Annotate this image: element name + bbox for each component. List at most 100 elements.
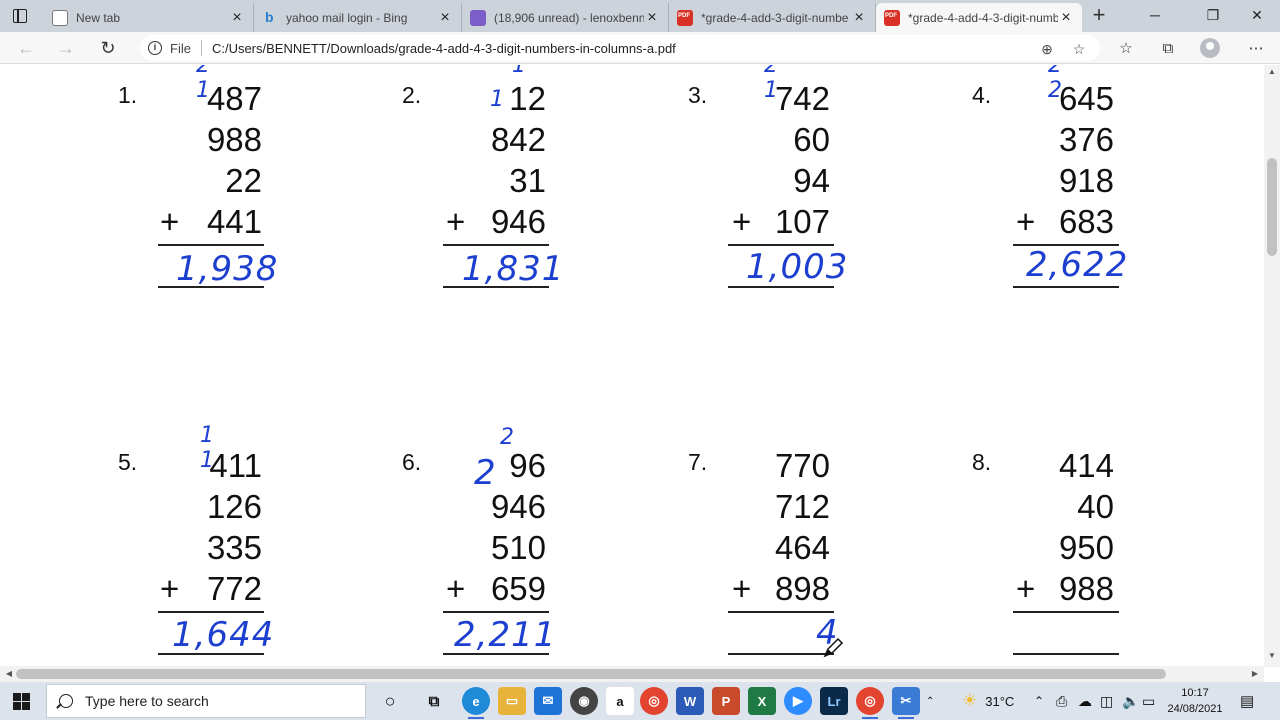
close-icon[interactable]: × <box>644 9 660 26</box>
scrollbar-thumb[interactable] <box>1267 158 1277 256</box>
tab-bing[interactable]: yahoo mail login - Bing × <box>254 3 462 32</box>
addend: 770 <box>774 447 830 484</box>
tab-strip: New tab × yahoo mail login - Bing × (18,… <box>0 0 1280 32</box>
handwritten-answer: 1,003 <box>746 247 849 287</box>
sum-rule <box>1013 611 1119 613</box>
profile-avatar[interactable] <box>1200 38 1220 58</box>
info-icon[interactable]: i <box>148 41 162 55</box>
pdf-viewport[interactable]: 1. 2 1 487 988 22 + 441 1,938 2. 1 1 12 … <box>0 65 1280 667</box>
answer-rule <box>158 286 264 288</box>
zoom-app-icon[interactable]: ▶ <box>784 687 812 715</box>
pdf-icon <box>884 9 900 26</box>
addend: 988 <box>206 121 262 158</box>
scroll-right-icon[interactable]: ▶ <box>1248 667 1262 681</box>
addend: 411 <box>209 447 262 484</box>
onedrive-icon[interactable]: ☁ <box>1078 682 1092 720</box>
addend: 487 <box>206 80 262 117</box>
snipping-tool-icon[interactable]: ✂ <box>892 687 920 719</box>
people-icon[interactable]: ⎙ <box>1056 682 1067 720</box>
file-explorer-icon[interactable]: ▭ <box>498 687 526 715</box>
collections-icon[interactable]: ⧉ <box>1158 39 1178 59</box>
minimize-button[interactable]: ─ <box>1132 0 1178 30</box>
vertical-scrollbar[interactable]: ▲ ▼ <box>1264 65 1280 667</box>
tab-pdf-4-3-digit[interactable]: *grade-4-add-4-3-digit-numb × <box>876 3 1082 32</box>
tab-mail[interactable]: (18,906 unread) - lenoxbenne × <box>462 3 669 32</box>
problem-number: 6. <box>402 449 422 475</box>
url-scheme: File <box>170 40 191 56</box>
sun-icon: ☀ <box>962 691 978 710</box>
edge-icon[interactable]: e <box>462 687 490 719</box>
addend: 659 <box>490 570 546 607</box>
zoom-icon[interactable]: ⊕ <box>1038 40 1056 58</box>
chrome-profile-icon[interactable]: ◎ <box>856 687 884 719</box>
favorites-icon[interactable]: ☆ <box>1116 39 1136 59</box>
handwritten-answer: 1,938 <box>176 249 279 289</box>
addend: 712 <box>774 488 830 525</box>
new-tab-button[interactable]: + <box>1088 4 1110 27</box>
battery-icon[interactable]: ▭ <box>1142 682 1155 720</box>
refresh-button[interactable]: ↻ <box>94 36 122 60</box>
volume-icon[interactable]: 🔈 <box>1122 682 1139 720</box>
media-app-icon[interactable]: ◉ <box>570 687 598 715</box>
excel-icon[interactable]: X <box>748 687 776 715</box>
lightroom-icon[interactable]: Lr <box>820 687 848 715</box>
address-divider <box>200 40 202 56</box>
horizontal-scrollbar[interactable]: ◀ ▶ <box>0 666 1264 682</box>
network-icon[interactable]: ◫ <box>1100 682 1113 720</box>
forward-button[interactable]: → <box>52 36 80 60</box>
addend: 414 <box>1058 447 1114 484</box>
favorites-add-icon[interactable]: ☆ <box>1070 40 1088 58</box>
addend: 22 <box>225 162 262 199</box>
weather-widget[interactable]: ☀ 31°C <box>962 682 1014 720</box>
tab-label: New tab <box>76 10 121 25</box>
addend: 94 <box>793 162 830 199</box>
close-icon[interactable]: × <box>437 9 453 26</box>
tab-new-tab[interactable]: New tab × <box>44 3 254 32</box>
mail-app-icon[interactable]: ✉ <box>534 687 562 715</box>
cortana-icon[interactable]: ○ <box>376 687 404 715</box>
back-button[interactable]: ← <box>12 36 40 60</box>
new-tab-icon <box>52 9 68 26</box>
pdf-icon <box>677 9 693 26</box>
answer-rule <box>443 286 549 288</box>
clock-time: 10:17 <box>1181 687 1209 699</box>
clock-date: 24/08/2021 <box>1167 703 1223 715</box>
url-text[interactable]: C:/Users/BENNETT/Downloads/grade-4-add-4… <box>212 41 676 56</box>
restore-button[interactable]: ❐ <box>1190 0 1236 30</box>
scroll-down-icon[interactable]: ▼ <box>1264 651 1280 665</box>
handwritten-answer: 1,644 <box>172 615 275 655</box>
problem-number: 2. <box>402 82 422 108</box>
notifications-icon[interactable]: ▤ <box>1240 682 1254 720</box>
address-bar[interactable]: i File C:/Users/BENNETT/Downloads/grade-… <box>140 35 1100 61</box>
scrollbar-thumb[interactable] <box>16 669 1166 679</box>
tab-actions-menu-icon[interactable] <box>10 6 32 26</box>
task-view-icon[interactable]: ⧉ <box>420 687 448 715</box>
addend: 96 <box>509 447 546 484</box>
handwritten-answer: 2,622 <box>1026 245 1129 285</box>
scroll-up-icon[interactable]: ▲ <box>1264 67 1280 81</box>
settings-more-icon[interactable]: ⋯ <box>1246 39 1266 59</box>
windows-start-icon[interactable] <box>13 693 30 710</box>
browser-toolbar: ← → ↻ i File C:/Users/BENNETT/Downloads/… <box>0 32 1280 64</box>
tray-scroll-icon[interactable]: ⌃ <box>926 682 934 720</box>
powerpoint-icon[interactable]: P <box>712 687 740 715</box>
search-icon <box>59 694 73 708</box>
chrome-icon[interactable]: ◎ <box>640 687 668 715</box>
close-icon[interactable]: × <box>1058 9 1074 26</box>
amazon-icon[interactable]: a <box>606 687 634 715</box>
addend: 842 <box>490 121 546 158</box>
problem-number: 5. <box>118 449 138 475</box>
word-icon[interactable]: W <box>676 687 704 715</box>
addend: 376 <box>1058 121 1114 158</box>
tab-pdf-3-digit[interactable]: *grade-4-add-3-digit-numbe × <box>669 3 876 32</box>
close-icon[interactable]: × <box>851 9 867 26</box>
problem-number: 7. <box>688 449 708 475</box>
close-window-button[interactable]: ✕ <box>1234 0 1280 30</box>
close-icon[interactable]: × <box>229 9 245 26</box>
taskbar-clock[interactable]: 10:17 24/08/2021 <box>1160 685 1230 717</box>
tab-label: *grade-4-add-3-digit-numbe <box>701 10 849 25</box>
show-hidden-icons-icon[interactable]: ⌃ <box>1034 682 1044 720</box>
taskbar-search[interactable]: Type here to search <box>46 684 366 718</box>
addend: 946 <box>490 203 546 240</box>
scroll-left-icon[interactable]: ◀ <box>2 667 16 681</box>
